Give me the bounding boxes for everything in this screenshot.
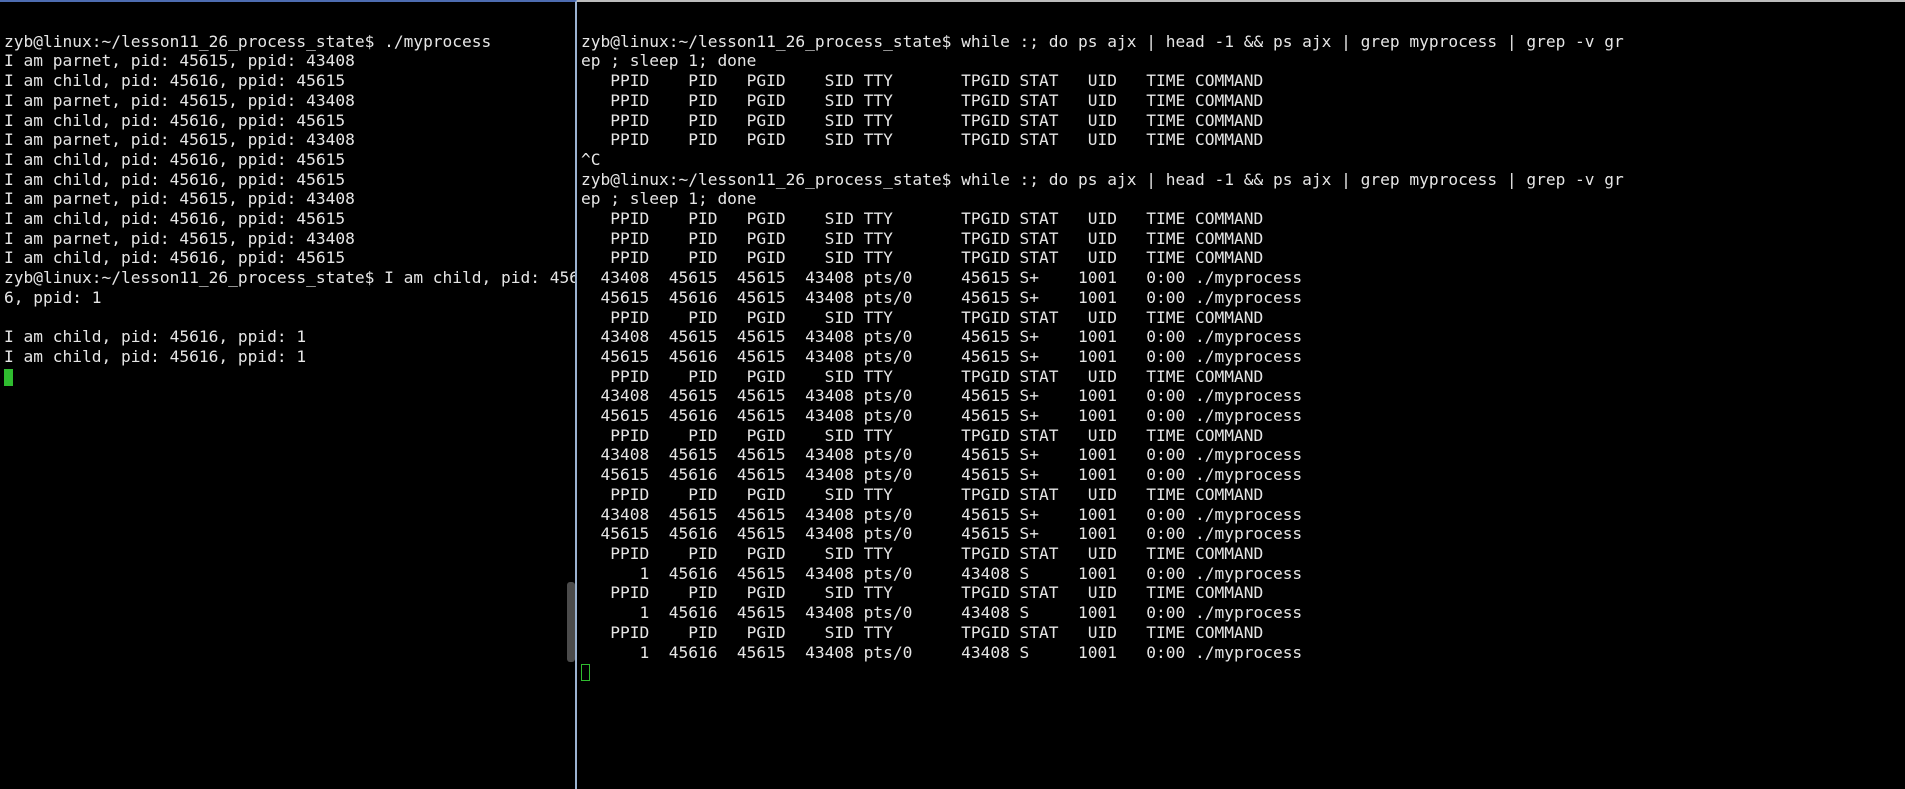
ps-row: 45615 45616 45615 43408 pts/0 45615 S+ 1… bbox=[581, 347, 1302, 366]
output-line: I am parnet, pid: 45615, ppid: 43408 bbox=[4, 51, 355, 70]
ps-row: 45615 45616 45615 43408 pts/0 45615 S+ 1… bbox=[581, 406, 1302, 425]
ctrl-c: ^C bbox=[581, 150, 601, 169]
ps-header: PPID PID PGID SID TTY TPGID STAT UID TIM… bbox=[581, 91, 1263, 110]
output-line: I am child, pid: 45616, ppid: 45615 bbox=[4, 209, 345, 228]
ps-header: PPID PID PGID SID TTY TPGID STAT UID TIM… bbox=[581, 209, 1263, 228]
output-line: I am child, pid: 45616, ppid: 45615 bbox=[4, 71, 345, 90]
prompt-line: zyb@linux:~/lesson11_26_process_state$ w… bbox=[581, 170, 1624, 189]
left-terminal-output: zyb@linux:~/lesson11_26_process_state$ .… bbox=[4, 32, 571, 387]
output-line: I am child, pid: 45616, ppid: 45615 bbox=[4, 170, 345, 189]
ps-header: PPID PID PGID SID TTY TPGID STAT UID TIM… bbox=[581, 367, 1263, 386]
ps-row: 1 45616 45615 43408 pts/0 43408 S 1001 0… bbox=[581, 603, 1302, 622]
output-line: I am child, pid: 45616, ppid: 1 bbox=[4, 327, 306, 346]
ps-header: PPID PID PGID SID TTY TPGID STAT UID TIM… bbox=[581, 229, 1263, 248]
output-line: I am parnet, pid: 45615, ppid: 43408 bbox=[4, 189, 355, 208]
output-line: I am parnet, pid: 45615, ppid: 43408 bbox=[4, 130, 355, 149]
output-line: I am parnet, pid: 45615, ppid: 43408 bbox=[4, 229, 355, 248]
ps-header: PPID PID PGID SID TTY TPGID STAT UID TIM… bbox=[581, 485, 1263, 504]
scrollbar-left[interactable] bbox=[567, 2, 575, 789]
ps-header: PPID PID PGID SID TTY TPGID STAT UID TIM… bbox=[581, 111, 1263, 130]
ps-row: 43408 45615 45615 43408 pts/0 45615 S+ 1… bbox=[581, 327, 1302, 346]
prompt-line-cont: ep ; sleep 1; done bbox=[581, 51, 756, 70]
terminal-right-pane[interactable]: zyb@linux:~/lesson11_26_process_state$ w… bbox=[577, 0, 1905, 789]
cursor-icon bbox=[4, 369, 13, 386]
ps-header: PPID PID PGID SID TTY TPGID STAT UID TIM… bbox=[581, 71, 1263, 90]
output-line: I am child, pid: 45616, ppid: 45615 bbox=[4, 248, 345, 267]
output-line: I am child, pid: 45616, ppid: 45615 bbox=[4, 111, 345, 130]
ps-row: 43408 45615 45615 43408 pts/0 45615 S+ 1… bbox=[581, 505, 1302, 524]
output-line: I am parnet, pid: 45615, ppid: 43408 bbox=[4, 91, 355, 110]
ps-row: 45615 45616 45615 43408 pts/0 45615 S+ 1… bbox=[581, 524, 1302, 543]
right-terminal-output: zyb@linux:~/lesson11_26_process_state$ w… bbox=[581, 32, 1901, 682]
prompt-line-wrapped: zyb@linux:~/lesson11_26_process_state$ I… bbox=[4, 268, 577, 287]
ps-header: PPID PID PGID SID TTY TPGID STAT UID TIM… bbox=[581, 426, 1263, 445]
ps-header: PPID PID PGID SID TTY TPGID STAT UID TIM… bbox=[581, 308, 1263, 327]
ps-row: 1 45616 45615 43408 pts/0 43408 S 1001 0… bbox=[581, 643, 1302, 662]
ps-row: 1 45616 45615 43408 pts/0 43408 S 1001 0… bbox=[581, 564, 1302, 583]
ps-row: 43408 45615 45615 43408 pts/0 45615 S+ 1… bbox=[581, 386, 1302, 405]
ps-header: PPID PID PGID SID TTY TPGID STAT UID TIM… bbox=[581, 130, 1263, 149]
prompt-line-cont: ep ; sleep 1; done bbox=[581, 189, 756, 208]
ps-header: PPID PID PGID SID TTY TPGID STAT UID TIM… bbox=[581, 248, 1263, 267]
ps-row: 43408 45615 45615 43408 pts/0 45615 S+ 1… bbox=[581, 268, 1302, 287]
prompt-line: zyb@linux:~/lesson11_26_process_state$ w… bbox=[581, 32, 1624, 51]
ps-header: PPID PID PGID SID TTY TPGID STAT UID TIM… bbox=[581, 583, 1263, 602]
terminal-left-pane[interactable]: zyb@linux:~/lesson11_26_process_state$ .… bbox=[0, 0, 577, 789]
ps-row: 45615 45616 45615 43408 pts/0 45615 S+ 1… bbox=[581, 465, 1302, 484]
terminal-container: zyb@linux:~/lesson11_26_process_state$ .… bbox=[0, 0, 1905, 789]
cursor-icon bbox=[581, 664, 590, 681]
scrollbar-thumb[interactable] bbox=[567, 582, 575, 662]
output-line: I am child, pid: 45616, ppid: 1 bbox=[4, 347, 306, 366]
output-line: I am child, pid: 45616, ppid: 45615 bbox=[4, 150, 345, 169]
ps-row: 43408 45615 45615 43408 pts/0 45615 S+ 1… bbox=[581, 445, 1302, 464]
ps-header: PPID PID PGID SID TTY TPGID STAT UID TIM… bbox=[581, 544, 1263, 563]
ps-header: PPID PID PGID SID TTY TPGID STAT UID TIM… bbox=[581, 623, 1263, 642]
prompt-line-wrapped-cont: 6, ppid: 1 bbox=[4, 288, 101, 307]
ps-row: 45615 45616 45615 43408 pts/0 45615 S+ 1… bbox=[581, 288, 1302, 307]
prompt-line: zyb@linux:~/lesson11_26_process_state$ .… bbox=[4, 32, 491, 51]
